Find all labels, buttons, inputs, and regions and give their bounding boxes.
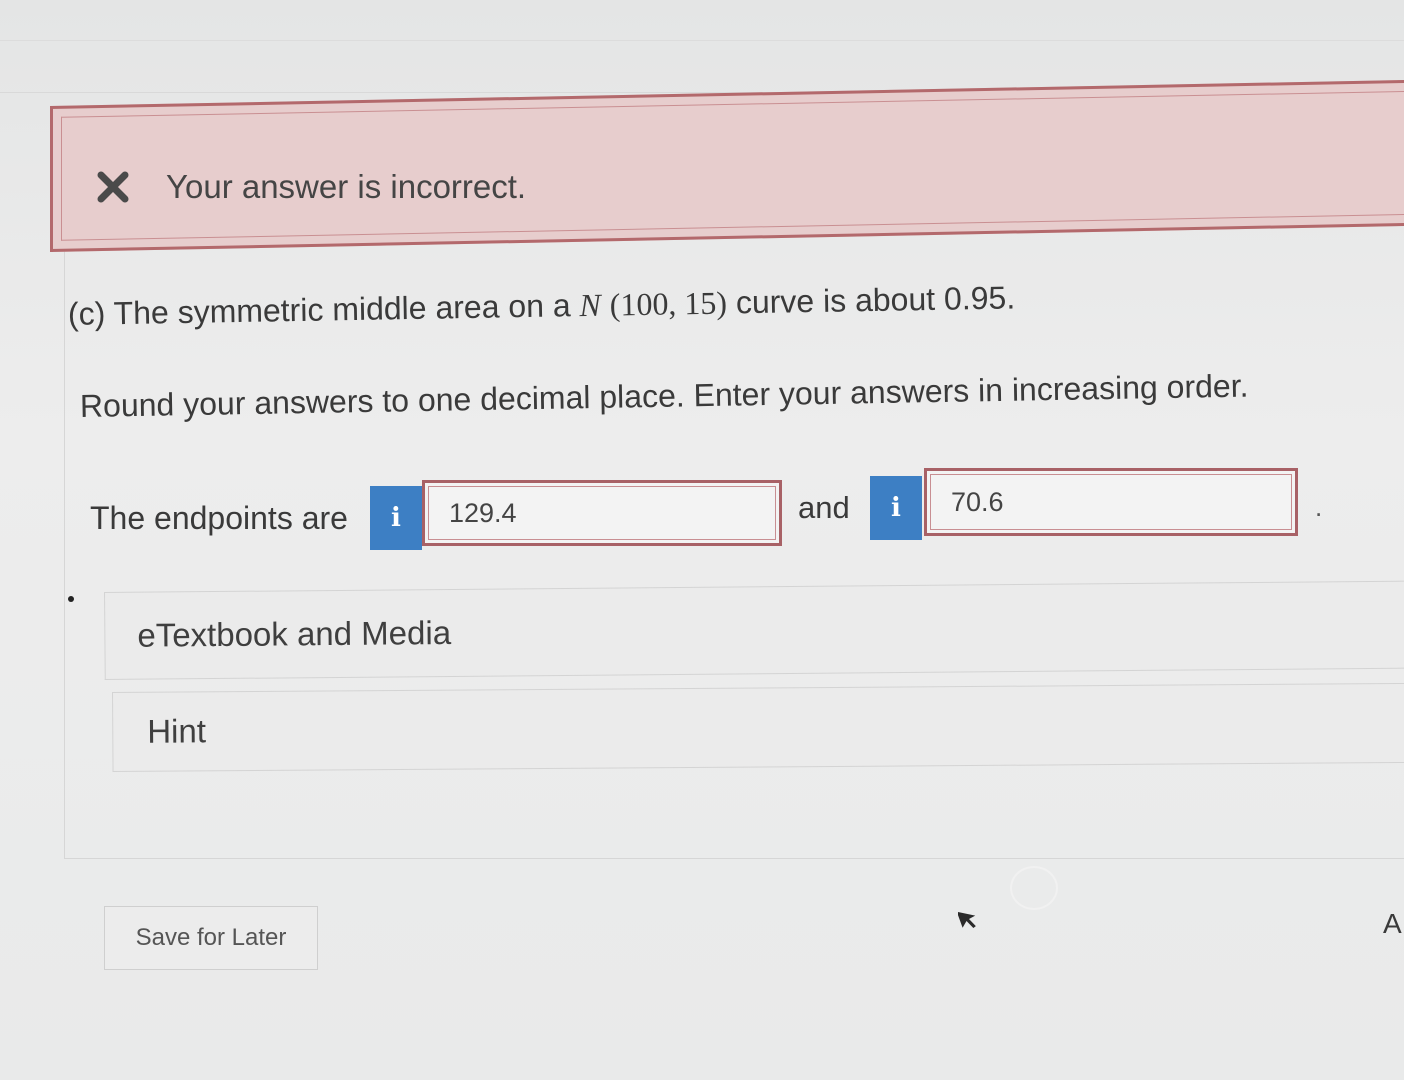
edge-text: A — [1383, 908, 1402, 939]
second-endpoint-input[interactable]: 70.6 — [924, 468, 1298, 536]
divider — [0, 40, 1404, 41]
etextbook-media-label: eTextbook and Media — [137, 613, 452, 654]
first-endpoint-input[interactable]: 129.4 — [422, 480, 782, 546]
screen-glare — [1010, 866, 1058, 910]
mouse-cursor-icon — [958, 911, 976, 929]
hint-label: Hint — [147, 712, 207, 750]
endpoints-label: The endpoints are — [90, 500, 348, 536]
trailing-period: . — [1315, 492, 1323, 522]
feedback-banner-inner — [61, 91, 1404, 241]
distribution-params: (100, 15) — [609, 284, 728, 323]
x-icon — [97, 171, 129, 203]
info-icon[interactable]: i — [370, 486, 422, 550]
feedback-banner — [50, 80, 1404, 253]
hint-toggle[interactable]: Hint — [112, 682, 1404, 772]
bullet-dot — [68, 596, 74, 602]
question-suffix: curve is about 0.95. — [726, 279, 1016, 321]
page: Your answer is incorrect. (c) The symmet… — [0, 0, 1404, 1080]
connector-label: and — [798, 490, 850, 525]
etextbook-media-toggle[interactable]: eTextbook and Media — [104, 580, 1404, 680]
save-for-later-button[interactable]: Save for Later — [104, 906, 318, 970]
distribution-symbol: N — [579, 286, 602, 324]
question-prefix: (c) The symmetric middle area on a — [67, 287, 580, 332]
feedback-message: Your answer is incorrect. — [166, 168, 527, 205]
info-icon[interactable]: i — [870, 476, 922, 540]
